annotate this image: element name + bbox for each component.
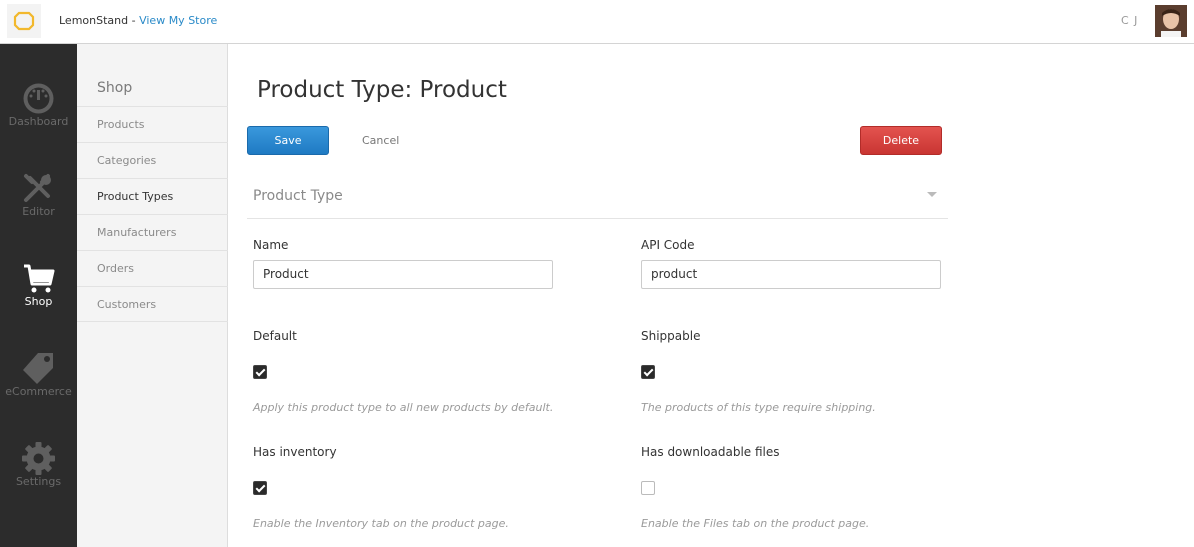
avatar[interactable] [1155,5,1187,37]
product-type-section-header[interactable]: Product Type [247,178,948,219]
has-downloadable-files-checkbox[interactable] [641,481,655,495]
default-hint: Apply this product type to all new produ… [253,401,554,414]
sidebar-item-label: Settings [15,475,62,488]
sidebar-item-editor[interactable]: Editor [0,170,77,260]
user-initials[interactable]: C J [1121,14,1138,27]
main-content: Product Type: Product Save Cancel Delete… [229,44,1194,547]
lemon-logo-icon [13,11,35,31]
cancel-button[interactable]: Cancel [362,134,399,147]
api-code-label: API Code [641,238,695,252]
has-inventory-label: Has inventory [253,445,337,459]
section-title: Product Type [253,188,343,204]
submenu-item-customers[interactable]: Customers [77,286,228,322]
lemonstand-logo[interactable] [7,4,41,38]
gear-icon [22,442,55,475]
brand-name: LemonStand [59,14,129,27]
tag-icon [23,353,53,384]
delete-button[interactable]: Delete [860,126,942,155]
api-code-field[interactable]: product [641,260,941,289]
sidebar-item-shop[interactable]: Shop [0,260,77,350]
submenu-item-categories[interactable]: Categories [77,142,228,178]
save-button[interactable]: Save [247,126,329,155]
submenu-item-products[interactable]: Products [77,106,228,142]
sidebar-item-ecommerce[interactable]: eCommerce [0,350,77,440]
has-inventory-hint: Enable the Inventory tab on the product … [253,517,509,530]
sidebar-item-label: eCommerce [5,385,72,398]
cart-icon [24,264,55,293]
has-inventory-checkbox[interactable] [253,481,267,495]
brand-text: LemonStand - View My Store [59,14,218,27]
has-downloadable-files-label: Has downloadable files [641,445,780,459]
submenu-item-orders[interactable]: Orders [77,250,228,286]
submenu-item-manufacturers[interactable]: Manufacturers [77,214,228,250]
name-field[interactable]: Product [253,260,553,289]
name-label: Name [253,238,289,252]
user-avatar-icon [1155,5,1187,37]
page-title: Product Type: Product [257,77,507,103]
submenu-item-product-types[interactable]: Product Types [77,178,228,214]
sidebar-item-label: Dashboard [8,115,69,128]
shippable-hint: The products of this type require shippi… [641,401,876,414]
sidebar-item-label: Shop [24,295,53,308]
default-checkbox[interactable] [253,365,267,379]
chevron-down-icon[interactable] [927,192,937,197]
sidebar-item-dashboard[interactable]: Dashboard [0,80,77,170]
has-downloadable-files-hint: Enable the Files tab on the product page… [641,517,870,530]
default-label: Default [253,329,297,343]
dashboard-icon [23,83,54,114]
top-bar: LemonStand - View My Store C J [0,0,1194,44]
shop-submenu: Shop Products Categories Product Types M… [77,44,228,547]
editor-icon [24,174,51,202]
sidebar-item-label: Editor [22,205,55,218]
sidebar-item-settings[interactable]: Settings [0,440,77,530]
view-my-store-link[interactable]: View My Store [139,14,217,27]
main-sidebar: Dashboard Editor Shop eCommerce Settings [0,44,77,547]
submenu-title: Shop [97,80,133,96]
shippable-checkbox[interactable] [641,365,655,379]
shippable-label: Shippable [641,329,701,343]
